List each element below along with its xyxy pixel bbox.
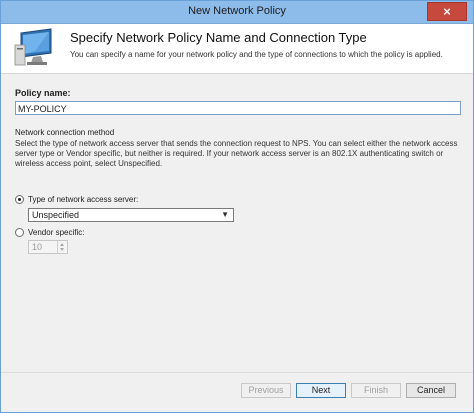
finish-button[interactable]: Finish bbox=[351, 383, 401, 398]
nas-type-value: Unspecified bbox=[32, 210, 80, 220]
nas-type-select[interactable]: Unspecified ▼ bbox=[28, 208, 234, 222]
vendor-specific-stepper[interactable]: 10 bbox=[28, 240, 68, 254]
connection-method-heading: Network connection method bbox=[15, 128, 115, 137]
close-icon: × bbox=[443, 4, 451, 19]
type-of-nas-label[interactable]: Type of network access server: bbox=[28, 195, 138, 204]
policy-name-label: Policy name: bbox=[15, 88, 71, 98]
window-title: New Network Policy bbox=[188, 5, 286, 17]
title-bar[interactable]: New Network Policy × bbox=[1, 1, 473, 24]
vendor-specific-radio[interactable] bbox=[15, 228, 24, 237]
stepper-arrows[interactable] bbox=[57, 241, 67, 253]
page-description: You can specify a name for your network … bbox=[70, 50, 443, 59]
type-of-nas-radio[interactable] bbox=[15, 195, 24, 204]
stepper-down-icon[interactable] bbox=[60, 248, 64, 251]
computer-monitor-icon bbox=[14, 28, 52, 66]
footer-divider bbox=[1, 372, 473, 373]
cancel-button[interactable]: Cancel bbox=[406, 383, 456, 398]
vendor-specific-label[interactable]: Vendor specific: bbox=[28, 228, 84, 237]
previous-button[interactable]: Previous bbox=[241, 383, 291, 398]
vendor-specific-value: 10 bbox=[32, 242, 43, 252]
page-title: Specify Network Policy Name and Connecti… bbox=[70, 30, 367, 45]
chevron-down-icon: ▼ bbox=[221, 210, 229, 219]
stepper-up-icon[interactable] bbox=[60, 243, 64, 246]
wizard-header: Specify Network Policy Name and Connecti… bbox=[1, 24, 473, 74]
dialog-window: New Network Policy × Specify Network Pol… bbox=[0, 0, 474, 413]
policy-name-input[interactable]: MY-POLICY bbox=[15, 101, 461, 115]
connection-method-description: Select the type of network access server… bbox=[15, 139, 458, 168]
next-button[interactable]: Next bbox=[296, 383, 346, 398]
close-button[interactable]: × bbox=[427, 2, 467, 21]
